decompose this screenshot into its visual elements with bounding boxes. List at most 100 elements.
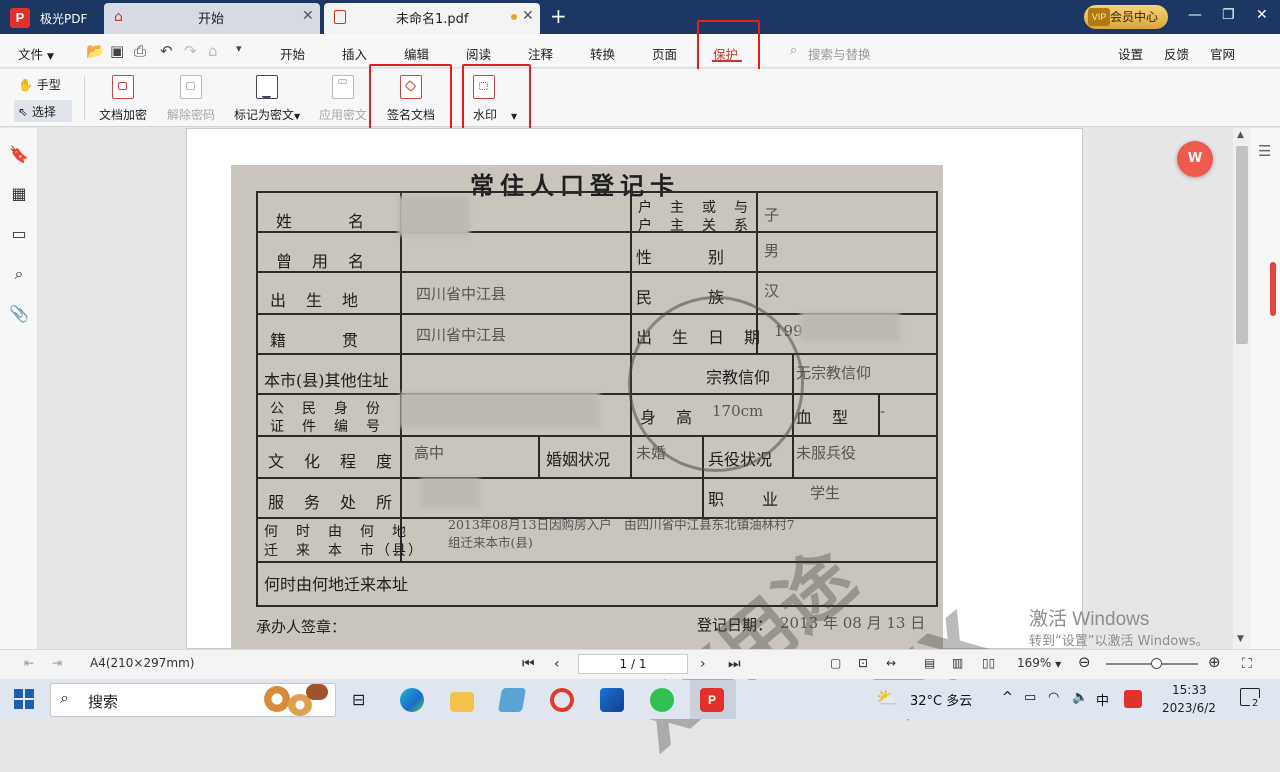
volume-icon[interactable]: 🔈 — [1072, 690, 1088, 705]
value-moved-in-2: 组迁来本市(县) — [448, 535, 533, 550]
select-tool[interactable]: ⇖ 选择 — [14, 100, 72, 122]
weather-text[interactable]: 32°C 多云 — [910, 690, 972, 709]
menu-item-annotate[interactable]: 注释 — [528, 44, 553, 63]
website-link[interactable]: 官网 — [1210, 44, 1235, 63]
word-convert-icon[interactable]: W — [1177, 141, 1213, 177]
label-relation-1: 户 主 或 与 — [638, 200, 750, 216]
jiguang-pdf-icon[interactable]: P — [700, 688, 724, 712]
attachment-icon[interactable]: 📎 — [9, 304, 29, 323]
value-military-status: 未服兵役 — [796, 444, 857, 462]
print-icon[interactable]: ⎙ — [134, 42, 146, 60]
menu-item-convert[interactable]: 转换 — [590, 44, 615, 63]
tray-expand-icon[interactable]: ^ — [1002, 690, 1013, 705]
thumbnails-icon[interactable]: ▦ — [9, 184, 29, 203]
previous-page-icon[interactable]: ‹ — [554, 656, 560, 672]
bookmark-icon[interactable]: 🔖 — [9, 145, 29, 164]
new-tab-icon[interactable]: + — [550, 4, 567, 28]
right-panel — [1251, 128, 1280, 649]
next-page-icon[interactable]: › — [700, 656, 706, 672]
properties-icon[interactable]: ☰ — [1258, 142, 1271, 160]
continuous-page-icon[interactable]: ▥ — [952, 656, 963, 670]
mail-app-icon[interactable] — [600, 688, 624, 712]
label-native-place: 籍 贯 — [270, 331, 361, 350]
file-explorer-icon[interactable] — [450, 692, 474, 712]
label-marital-status: 婚姻状况 — [546, 450, 611, 469]
red-app-icon[interactable] — [550, 688, 574, 712]
search-icon: ⌕ — [790, 43, 798, 58]
page-back-icon[interactable]: ⇤ — [24, 656, 34, 670]
fit-width-icon[interactable]: ↔ — [886, 656, 896, 670]
close-tab-icon[interactable]: ✕ — [522, 8, 534, 24]
menu-item-page[interactable]: 页面 — [652, 44, 677, 63]
mark-redaction-button[interactable]: 标记为密文▼ — [234, 106, 300, 123]
scroll-up-icon[interactable]: ▲ — [1237, 130, 1244, 140]
feedback-link[interactable]: 反馈 — [1164, 44, 1189, 63]
actual-size-icon[interactable]: ▢ — [830, 656, 841, 670]
zoom-out-icon[interactable]: ⊖ — [1078, 653, 1091, 671]
value-ethnicity: 汉 — [764, 282, 780, 300]
windows-start-icon[interactable] — [14, 689, 34, 709]
zoom-level[interactable]: 169% ▼ — [1017, 656, 1061, 670]
restore-icon[interactable]: ❐ — [1222, 7, 1235, 23]
remove-password-button[interactable]: 解除密码 — [167, 106, 215, 123]
menu-item-insert[interactable]: 插入 — [342, 44, 367, 63]
label-moved-out: 何时由何地迁来本址 — [264, 575, 409, 594]
edge-icon[interactable] — [400, 688, 424, 712]
file-menu[interactable]: 文件 ▼ — [18, 44, 54, 63]
comments-icon[interactable]: ▭ — [9, 224, 29, 243]
undo-icon[interactable]: ↶ — [160, 42, 173, 60]
hand-tool[interactable]: ✋ 手型 — [18, 76, 61, 93]
apply-redaction-button[interactable]: 应用密文 — [319, 106, 367, 123]
fullscreen-icon[interactable]: ⛶ — [1242, 656, 1252, 672]
battery-icon[interactable]: ▭ — [1024, 690, 1036, 705]
red-slider-icon[interactable] — [1270, 262, 1276, 316]
scrollbar-thumb[interactable] — [1236, 146, 1248, 344]
zoom-slider-knob[interactable] — [1151, 658, 1162, 669]
sogou-icon[interactable] — [1124, 690, 1142, 708]
fit-page-icon[interactable]: ⊡ — [858, 656, 868, 670]
minimize-icon[interactable]: — — [1188, 7, 1202, 23]
label-relation-2: 户 主 关 系 — [638, 218, 750, 234]
hand-tool-label: 手型 — [36, 78, 61, 92]
settings-link[interactable]: 设置 — [1118, 44, 1143, 63]
menu-item-read[interactable]: 阅读 — [466, 44, 491, 63]
network-icon[interactable]: ◠ — [1048, 690, 1059, 705]
clock-time[interactable]: 15:33 — [1172, 683, 1207, 697]
label-occupation: 职 业 — [708, 490, 781, 509]
zoom-in-icon[interactable]: ⊕ — [1208, 653, 1221, 671]
weather-icon: ⛅ — [876, 688, 899, 709]
wechat-icon[interactable] — [650, 688, 674, 712]
save-icon[interactable]: ▣ — [110, 42, 124, 60]
notepad-icon[interactable] — [497, 688, 527, 712]
close-window-icon[interactable]: ✕ — [1256, 7, 1268, 23]
last-page-icon[interactable]: ⏭ — [728, 656, 741, 672]
highlight-box — [697, 20, 760, 74]
value-native-place: 四川省中江县 — [416, 326, 507, 344]
redacted-value — [420, 478, 480, 508]
label-moved-in-1: 何 时 由 何 地 — [264, 524, 408, 540]
first-page-icon[interactable]: ⏮ — [522, 656, 535, 672]
customize-toolbar-icon[interactable]: ▾ — [236, 42, 242, 55]
page-forward-icon[interactable]: ⇥ — [52, 656, 62, 670]
clock-date[interactable]: 2023/6/2 — [1162, 701, 1216, 715]
open-folder-icon[interactable]: 📂 — [86, 42, 105, 60]
hand-icon: ✋ — [18, 78, 33, 92]
search-replace-input[interactable]: 搜索与替换 — [808, 44, 871, 63]
activate-windows-subtitle: 转到“设置”以激活 Windows。 — [1029, 634, 1209, 649]
scroll-down-icon[interactable]: ▼ — [1237, 634, 1244, 644]
single-page-icon[interactable]: ▤ — [924, 656, 935, 670]
close-tab-icon[interactable]: ✕ — [302, 8, 314, 24]
menu-item-start[interactable]: 开始 — [280, 44, 305, 63]
two-page-icon[interactable]: ▯▯ — [982, 656, 995, 670]
tab-start-label: 开始 — [198, 12, 225, 27]
home-icon[interactable]: ⌂ — [208, 42, 218, 60]
encrypt-document-button[interactable]: 文档加密 — [99, 106, 147, 123]
page-number-input[interactable]: 1 / 1 — [578, 654, 688, 674]
redo-icon[interactable]: ↷ — [184, 42, 197, 60]
tab-document-label: 未命名1.pdf — [396, 12, 469, 27]
file-menu-label: 文件 — [18, 47, 44, 62]
search-icon[interactable]: ⌕ — [9, 264, 29, 284]
task-view-icon[interactable]: ⊟ — [352, 690, 365, 709]
ime-indicator[interactable]: 中 — [1096, 690, 1109, 709]
menu-item-edit[interactable]: 编辑 — [404, 44, 429, 63]
